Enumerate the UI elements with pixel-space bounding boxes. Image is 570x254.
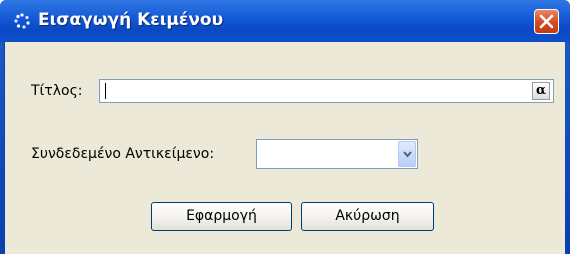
linked-object-select[interactable] <box>256 139 418 169</box>
title-input[interactable]: α <box>99 79 554 103</box>
title-bar[interactable]: Εισαγωγή Κειμένου <box>0 0 570 42</box>
linked-object-label: Συνδεδεμένο Αντικείμενο: <box>31 146 215 162</box>
apply-button[interactable]: Εφαρμογή <box>151 202 292 231</box>
dropdown-button[interactable] <box>398 141 416 167</box>
dotted-circle-icon <box>13 12 31 30</box>
window-title: Εισαγωγή Κειμένου <box>38 10 224 30</box>
alpha-symbols-button[interactable]: α <box>532 82 550 100</box>
title-label: Τίτλος: <box>31 83 83 99</box>
text-caret <box>105 83 106 99</box>
dialog-window: Εισαγωγή Κειμένου Τίτλος: α Συνδεδεμένο … <box>0 0 570 254</box>
dialog-body: Τίτλος: α Συνδεδεμένο Αντικείμενο: Εφαρμ… <box>4 42 565 254</box>
close-button[interactable] <box>534 9 559 34</box>
cancel-button[interactable]: Ακύρωση <box>301 202 434 231</box>
